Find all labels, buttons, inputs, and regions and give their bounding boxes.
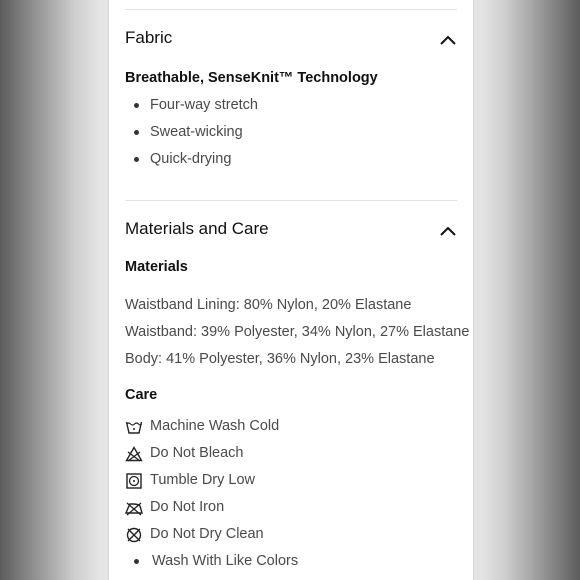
chevron-up-icon[interactable]	[439, 225, 457, 237]
care-heading: Care	[125, 387, 158, 403]
care-label: Wash With Like Colors	[152, 553, 299, 569]
machine-wash-cold-icon	[125, 421, 143, 434]
fabric-feature: Quick-drying	[150, 151, 232, 167]
fabric-feature: Four-way stretch	[150, 97, 258, 113]
materials-heading: Materials	[125, 259, 188, 275]
bullet-icon	[134, 103, 139, 108]
care-label: Tumble Dry Low	[150, 472, 256, 488]
material-line: Waistband: 39% Polyester, 34% Nylon, 27%…	[125, 324, 470, 340]
fabric-subtitle: Breathable, SenseKnit™ Technology	[125, 70, 378, 86]
fabric-feature: Sweat-wicking	[150, 124, 243, 140]
product-details-card: Fabric Breathable, SenseKnit™ Technology…	[108, 0, 474, 580]
material-line: Body: 41% Polyester, 36% Nylon, 23% Elas…	[125, 351, 435, 367]
material-line: Waistband Lining: 80% Nylon, 20% Elastan…	[125, 297, 412, 313]
do-not-iron-icon	[125, 502, 143, 516]
bullet-icon	[134, 559, 139, 564]
care-label: Do Not Iron	[150, 499, 225, 515]
materials-care-section-title: Materials and Care	[125, 219, 269, 238]
bullet-icon	[134, 130, 139, 135]
divider	[125, 9, 457, 10]
care-label: Do Not Dry Clean	[150, 526, 264, 542]
do-not-dry-clean-icon	[126, 527, 142, 543]
bullet-icon	[134, 157, 139, 162]
divider	[125, 200, 457, 201]
care-label: Do Not Bleach	[150, 445, 244, 461]
tumble-dry-low-icon	[126, 473, 142, 489]
chevron-up-icon[interactable]	[439, 34, 457, 46]
care-label: Machine Wash Cold	[150, 418, 280, 434]
do-not-bleach-icon	[125, 446, 143, 462]
fabric-section-title: Fabric	[125, 28, 173, 47]
